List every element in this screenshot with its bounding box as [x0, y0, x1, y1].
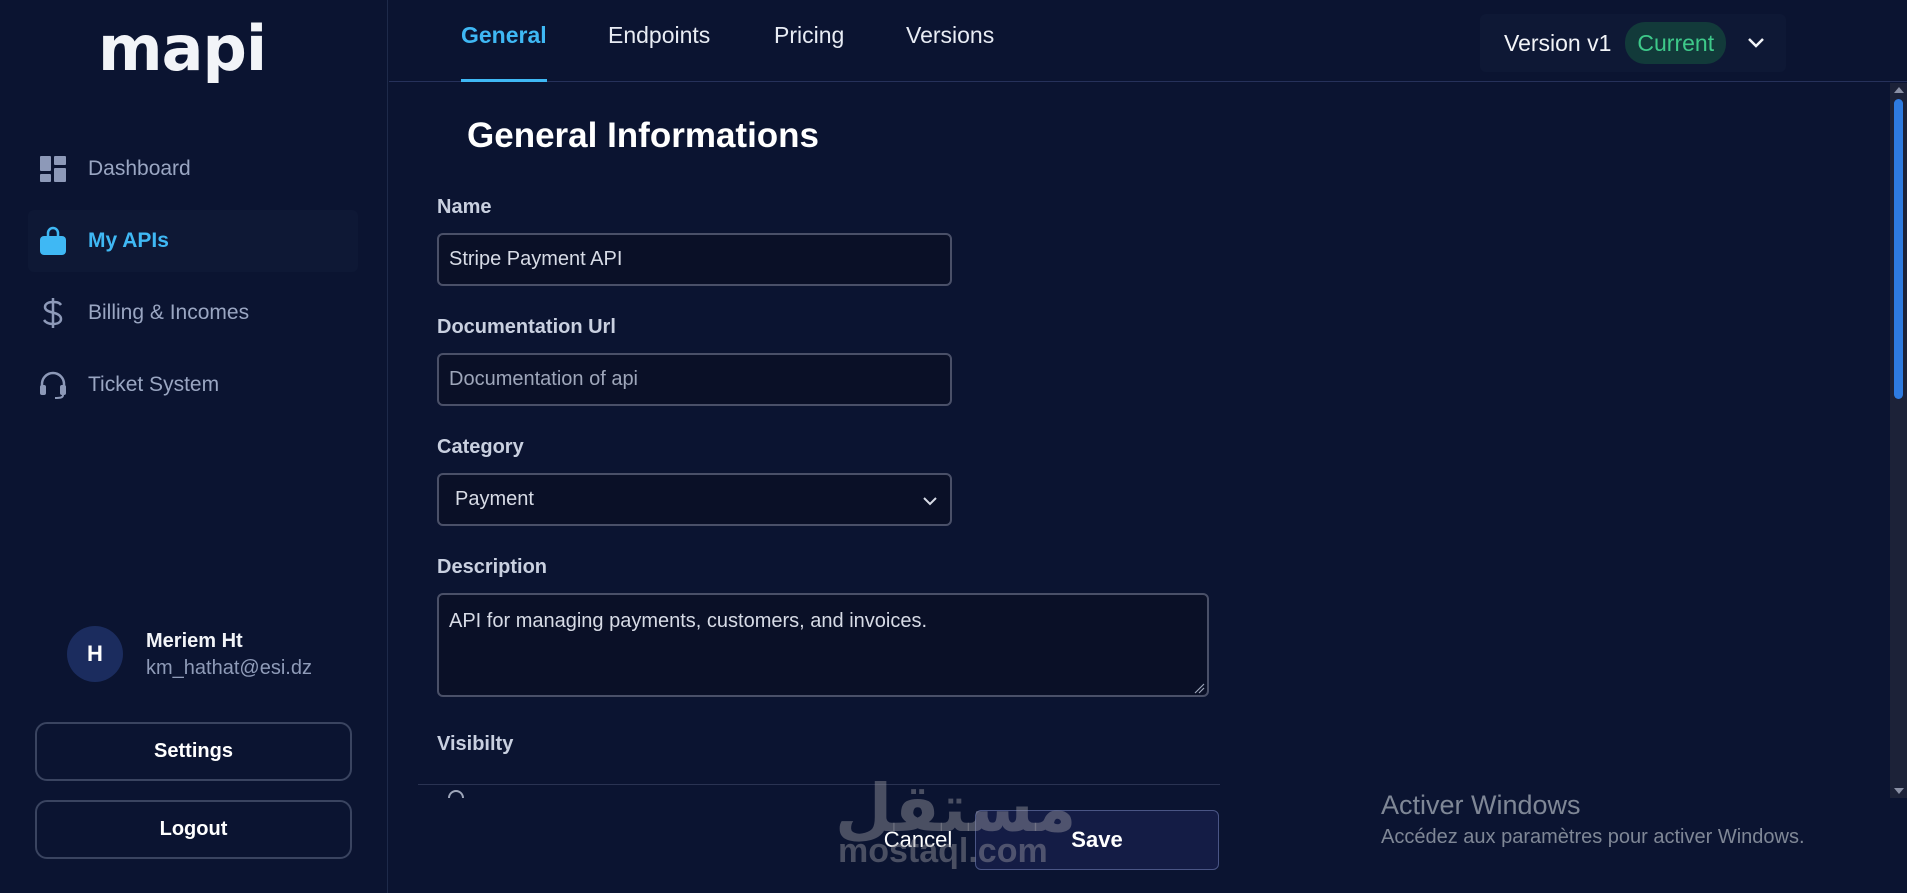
app-logo[interactable]: mapi: [98, 14, 288, 84]
visibility-toggle-icon: [446, 788, 466, 798]
logout-button[interactable]: Logout: [35, 800, 352, 859]
sidebar: mapi Dashboard My APIs Billing & Incomes…: [0, 0, 388, 893]
documentation-url-field[interactable]: [437, 353, 952, 406]
page-title: General Informations: [467, 116, 820, 155]
name-field[interactable]: [437, 233, 952, 286]
windows-activation-title: Activer Windows: [1381, 790, 1581, 820]
scroll-thumb[interactable]: [1894, 99, 1903, 399]
footer-divider: [418, 784, 1220, 785]
watermark-latin: mostaql.com: [838, 832, 1048, 870]
sidebar-item-label: Dashboard: [88, 157, 191, 180]
version-selector[interactable]: Version v1 Current: [1480, 14, 1786, 72]
dollar-icon: [38, 298, 68, 328]
sidebar-item-label: Ticket System: [88, 373, 220, 396]
name-label: Name: [437, 196, 492, 218]
scroll-up-icon[interactable]: [1894, 87, 1904, 93]
description-field[interactable]: [437, 593, 1209, 697]
description-label: Description: [437, 556, 548, 578]
scroll-down-icon[interactable]: [1894, 788, 1904, 794]
tab-endpoints[interactable]: Endpoints: [608, 22, 710, 82]
sidebar-item-label: Billing & Incomes: [88, 301, 250, 324]
tab-pricing[interactable]: Pricing: [774, 22, 844, 82]
chevron-down-icon: [922, 490, 942, 510]
shopping-bag-icon: [38, 226, 68, 256]
status-badge: Current: [1625, 22, 1727, 64]
avatar[interactable]: H: [67, 626, 123, 682]
windows-activation-subtitle: Accédez aux paramètres pour activer Wind…: [1381, 826, 1805, 848]
version-label: Version v1: [1504, 29, 1612, 56]
category-value: Payment: [455, 488, 534, 510]
sidebar-item-dashboard[interactable]: Dashboard: [28, 138, 358, 200]
chevron-down-icon[interactable]: [1746, 33, 1766, 53]
settings-button[interactable]: Settings: [35, 722, 352, 781]
category-label: Category: [437, 436, 524, 458]
scrollbar[interactable]: [1890, 83, 1907, 798]
sidebar-item-label: My APIs: [88, 229, 169, 252]
sidebar-item-billing[interactable]: Billing & Incomes: [28, 282, 358, 344]
tab-versions[interactable]: Versions: [906, 22, 994, 82]
sidebar-item-my-apis[interactable]: My APIs: [28, 210, 358, 272]
category-select[interactable]: Payment: [437, 473, 952, 526]
sidebar-item-tickets[interactable]: Ticket System: [28, 354, 358, 416]
documentation-url-label: Documentation Url: [437, 316, 616, 338]
tab-general[interactable]: General: [461, 22, 547, 82]
user-email: km_hathat@esi.dz: [146, 657, 312, 679]
user-name: Meriem Ht: [146, 630, 243, 652]
visibility-label: Visibilty: [437, 733, 514, 755]
dashboard-icon: [38, 154, 68, 184]
resize-handle-icon[interactable]: [1193, 681, 1205, 694]
headset-icon: [38, 370, 68, 400]
